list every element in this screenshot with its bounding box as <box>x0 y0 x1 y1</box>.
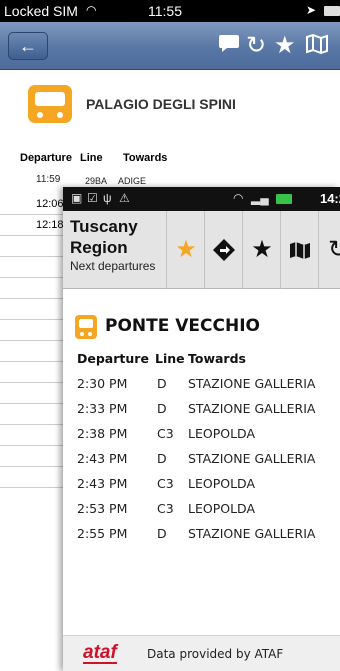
clock-label: 11:55 <box>148 3 182 19</box>
row-towards: LEOPOLDA <box>188 476 255 491</box>
row-time: 2:43 PM <box>77 476 128 491</box>
refresh-icon[interactable]: ↻ <box>246 32 266 60</box>
row-time: 2:55 PM <box>77 526 128 541</box>
row-time: 2:43 PM <box>77 451 128 466</box>
row-line: D <box>157 376 167 391</box>
ios-row-1-line: 29BA <box>85 176 108 186</box>
ios-row-1-towards: ADIGE <box>118 176 147 186</box>
download-icon: ☑ <box>87 191 98 205</box>
row-towards: LEOPOLDA <box>188 501 255 516</box>
ios-navigation-bar: ← ↻ ★ <box>0 22 340 70</box>
android-status-bar: ▣ ☑ ψ ⚠ ◠ ▂▄ 14:2 <box>63 187 340 211</box>
directions-icon <box>205 236 243 269</box>
bus-icon <box>75 315 97 339</box>
ios-status-bar: Locked SIM ◠ 11:55 ➤ <box>0 0 340 22</box>
app-title: Tuscany Region <box>70 217 138 257</box>
ios-row-1-time: 11:59 <box>36 174 61 185</box>
warning-icon: ⚠ <box>119 191 130 205</box>
col-towards: Towards <box>123 152 168 164</box>
col-departure: Departure <box>20 152 72 164</box>
row-line: C3 <box>157 476 174 491</box>
map-button[interactable] <box>281 211 319 289</box>
add-favorite-button[interactable]: ★ <box>243 211 281 289</box>
row-time: 2:38 PM <box>77 426 128 441</box>
row-line: D <box>157 401 167 416</box>
android-action-bar: Tuscany Region Next departures ★ ★ ↻ <box>63 211 340 289</box>
row-time: 2:30 PM <box>77 376 128 391</box>
ataf-logo[interactable]: ataf <box>83 642 117 664</box>
data-credit-text: Data provided by ATAF <box>147 647 284 661</box>
android-stop-name: PONTE VECCHIO <box>105 316 260 336</box>
row-line: D <box>157 526 167 541</box>
refresh-icon: ↻ <box>327 236 340 263</box>
carrier-label: Locked SIM <box>4 3 78 19</box>
map-icon <box>281 236 319 267</box>
sd-card-icon: ▣ <box>71 191 83 205</box>
ios-stop-header: PALAGIO DEGLI SPINI <box>28 85 328 125</box>
battery-icon <box>276 194 292 204</box>
col-line: Line <box>80 152 103 164</box>
star-add-icon[interactable]: ★ <box>274 32 296 60</box>
row-towards: LEOPOLDA <box>188 426 255 441</box>
map-icon[interactable] <box>305 32 329 63</box>
signal-icon: ▂▄ <box>251 191 269 205</box>
row-time: 2:33 PM <box>77 401 128 416</box>
usb-icon: ψ <box>103 191 112 205</box>
app-subtitle: Next departures <box>70 259 156 273</box>
row-towards: STAZIONE GALLERIA <box>188 376 316 391</box>
row-towards: STAZIONE GALLERIA <box>188 401 316 416</box>
col-towards: Towards <box>188 351 246 366</box>
row-line: D <box>157 451 167 466</box>
row-line: C3 <box>157 501 174 516</box>
row-towards: STAZIONE GALLERIA <box>188 526 316 541</box>
android-screen: ▣ ☑ ψ ⚠ ◠ ▂▄ 14:2 Tuscany Region Next de… <box>63 187 340 671</box>
col-departure: Departure <box>77 351 149 366</box>
directions-button[interactable] <box>205 211 243 289</box>
star-add-icon: ★ <box>251 236 273 263</box>
android-clock: 14:2 <box>319 191 340 206</box>
bus-icon <box>28 85 72 123</box>
location-icon: ➤ <box>306 3 317 17</box>
ios-stop-name: PALAGIO DEGLI SPINI <box>86 96 236 112</box>
android-footer: ataf Data provided by ATAF <box>63 635 340 671</box>
row-line: C3 <box>157 426 174 441</box>
wifi-icon: ◠ <box>233 191 244 205</box>
wifi-icon: ◠ <box>86 3 97 17</box>
favorite-button[interactable]: ★ <box>167 211 205 289</box>
back-arrow-icon[interactable]: ← <box>8 32 48 60</box>
app-title-block: Tuscany Region Next departures <box>63 211 167 289</box>
row-towards: STAZIONE GALLERIA <box>188 451 316 466</box>
row-time: 2:53 PM <box>77 501 128 516</box>
battery-icon <box>324 6 340 16</box>
col-line: Line <box>155 351 185 366</box>
refresh-button[interactable]: ↻ <box>319 211 340 289</box>
chat-bubble-icon[interactable] <box>218 32 240 61</box>
favorite-star-icon: ★ <box>175 236 197 263</box>
